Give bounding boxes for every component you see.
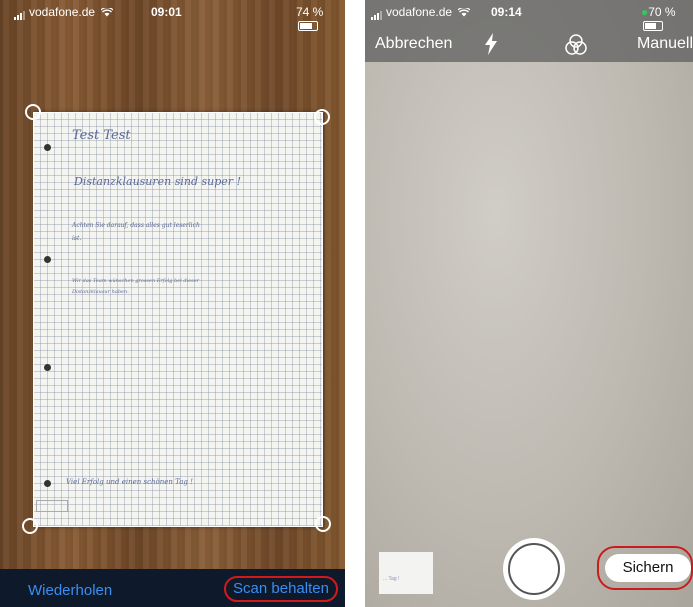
- crop-frame: [33, 112, 323, 527]
- scan-thumbnail[interactable]: ... Tag !: [379, 552, 433, 594]
- status-bar: vodafone.de 09:14 ●70 %: [365, 0, 693, 31]
- camera-viewfinder: [365, 0, 693, 607]
- filters-icon[interactable]: [565, 34, 587, 56]
- flash-icon[interactable]: [483, 33, 499, 55]
- camera-top-bar: vodafone.de 09:14 ●70 % Abbrechen Manuel…: [365, 0, 693, 62]
- retake-button[interactable]: Wiederholen: [28, 582, 112, 599]
- crop-handle-bottom-left[interactable]: [22, 518, 38, 534]
- wifi-icon: [101, 8, 114, 17]
- battery-icon: [298, 21, 318, 31]
- shutter-inner-ring: [508, 543, 560, 595]
- wifi-icon: [458, 8, 471, 17]
- status-bar: vodafone.de 09:01 74 %: [0, 0, 345, 31]
- signal-icon: [371, 6, 383, 20]
- carrier-label: vodafone.de: [371, 5, 471, 20]
- save-button[interactable]: Sichern: [605, 554, 691, 582]
- battery-indicator: ●70 %: [641, 5, 693, 33]
- crop-handle-top-right[interactable]: [314, 109, 330, 125]
- cancel-button[interactable]: Abbrechen: [375, 35, 452, 53]
- carrier-label: vodafone.de: [14, 5, 114, 20]
- battery-indicator: 74 %: [296, 5, 345, 33]
- crop-handle-top-left[interactable]: [25, 104, 41, 120]
- clock: 09:14: [491, 5, 522, 19]
- shutter-button[interactable]: [503, 538, 565, 600]
- clock: 09:01: [151, 5, 182, 19]
- battery-icon: [643, 21, 663, 31]
- crop-handle-bottom-right[interactable]: [315, 516, 331, 532]
- manual-mode-button[interactable]: Manuell: [637, 35, 693, 53]
- camera-screen: vodafone.de 09:14 ●70 % Abbrechen Manuel…: [365, 0, 693, 607]
- keep-scan-button[interactable]: Scan behalten: [224, 576, 338, 602]
- scan-review-screen: vodafone.de 09:01 74 % Test Test Distanz…: [0, 0, 345, 607]
- signal-icon: [14, 6, 26, 20]
